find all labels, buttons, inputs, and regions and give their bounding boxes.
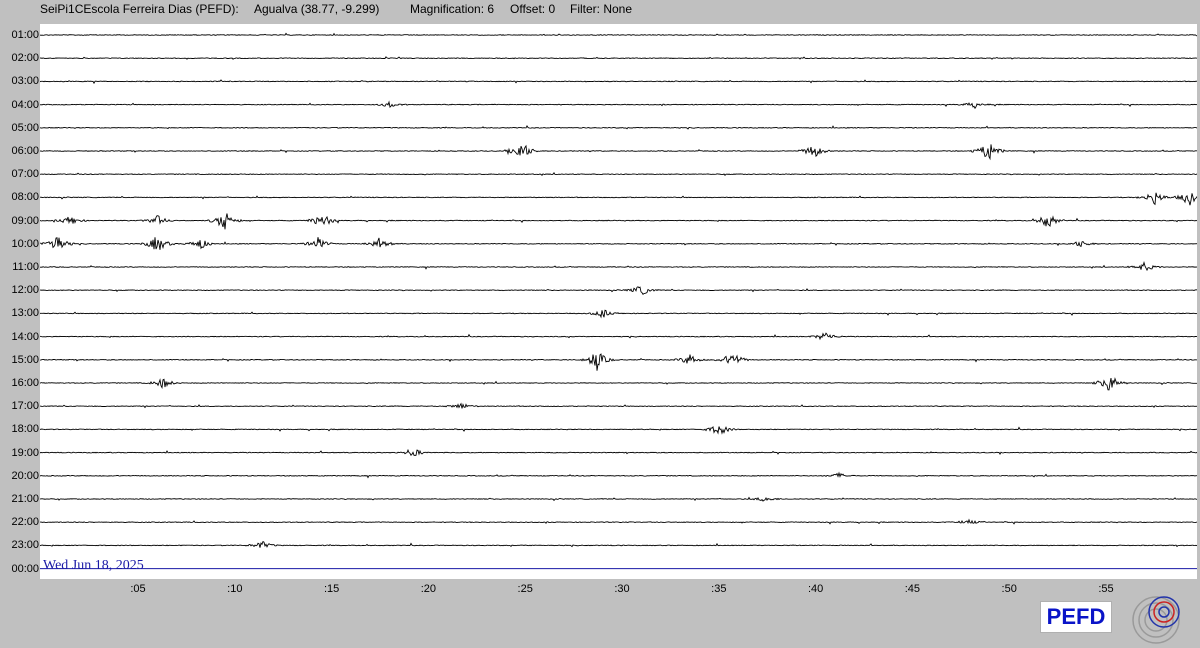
trace-row	[40, 213, 1197, 230]
trace-row	[40, 171, 1197, 176]
row-label: 09:00	[11, 214, 39, 227]
minute-label: :25	[517, 583, 533, 595]
seismograph-seal-icon	[1132, 596, 1180, 644]
trace-row	[40, 56, 1197, 60]
trace-row	[40, 286, 1197, 295]
row-label: 07:00	[11, 168, 39, 181]
row-label: 06:00	[11, 145, 39, 157]
trace-row	[40, 100, 1197, 110]
minute-label: :20	[420, 583, 437, 595]
row-label: 17:00	[11, 400, 39, 413]
row-label: 13:00	[11, 307, 39, 320]
row-label: 22:00	[11, 516, 39, 529]
trace-row	[40, 518, 1197, 525]
trace-row	[40, 448, 1197, 457]
header-bar: SeiPi1CEscola Ferreira Dias (PEFD): Agua…	[40, 2, 632, 18]
helicorder-plot	[40, 24, 1197, 579]
minute-label: :45	[904, 583, 921, 595]
row-label: 03:00	[11, 75, 39, 88]
trace-row	[40, 496, 1197, 502]
date-label: Wed Jun 18, 2025	[43, 558, 144, 573]
row-label: 12:00	[11, 284, 39, 297]
trace-row	[40, 124, 1197, 130]
row-label: 00:00	[11, 562, 39, 575]
row-label: 05:00	[11, 121, 39, 134]
trace-row	[40, 402, 1197, 409]
row-label: 11:00	[12, 261, 39, 273]
row-label: 16:00	[11, 377, 39, 389]
row-label: 10:00	[11, 237, 39, 250]
trace-row	[40, 309, 1197, 319]
row-label: 08:00	[11, 191, 39, 204]
row-label: 04:00	[11, 98, 39, 111]
row-label: 23:00	[11, 539, 39, 552]
minute-label: :55	[1098, 583, 1114, 595]
station-name: SeiPi1CEscola Ferreira Dias (PEFD):	[40, 2, 239, 16]
station-logo: PEFD	[1040, 601, 1112, 633]
row-label: 14:00	[11, 330, 39, 343]
offset-value: Offset: 0	[510, 2, 556, 16]
trace-row	[40, 79, 1197, 85]
row-label: 20:00	[11, 469, 39, 482]
trace-row	[40, 32, 1197, 37]
minute-label: :50	[1001, 583, 1017, 595]
station-location: Agualva (38.77, -9.299)	[254, 2, 380, 16]
row-label: 01:00	[11, 29, 39, 41]
trace-row	[40, 237, 1197, 250]
trace-row	[40, 471, 1197, 479]
magnification-value: Magnification: 6	[410, 2, 495, 16]
filter-value: Filter: None	[570, 2, 633, 16]
row-label: 18:00	[11, 423, 39, 436]
row-label: 15:00	[11, 353, 39, 366]
row-label: 21:00	[11, 493, 39, 505]
trace-row	[40, 261, 1197, 272]
minute-label: :15	[323, 583, 340, 595]
row-label: 02:00	[11, 52, 39, 65]
row-label: 19:00	[11, 446, 39, 459]
trace-row	[40, 377, 1197, 391]
minute-label: :05	[130, 583, 146, 595]
trace-row	[40, 353, 1197, 371]
trace-row	[40, 540, 1197, 548]
minute-label: :10	[227, 583, 243, 595]
helicorder-traces	[40, 32, 1197, 570]
minute-label: :30	[614, 583, 630, 595]
minute-label: :35	[711, 583, 727, 595]
minute-label: :40	[807, 583, 824, 595]
trace-row	[40, 332, 1197, 341]
trace-row	[40, 192, 1197, 206]
trace-row	[40, 144, 1197, 161]
trace-row	[40, 425, 1197, 435]
